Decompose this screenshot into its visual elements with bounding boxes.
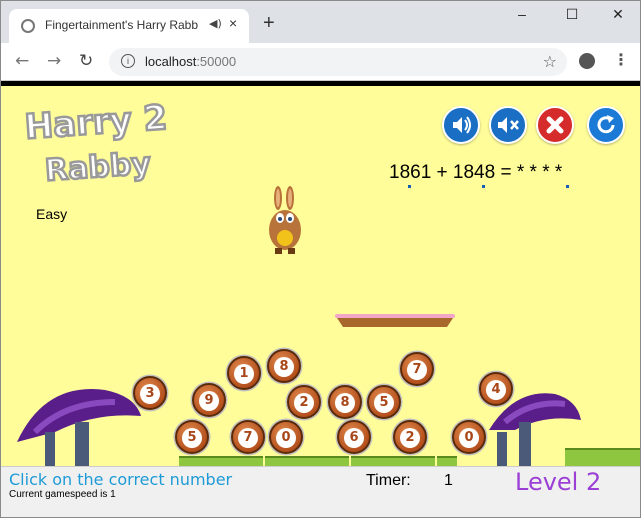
ground-segment xyxy=(265,456,349,466)
equation-text: 1861 + 1848 = * * * * xyxy=(389,162,563,183)
browser-tab[interactable]: Fingertainment's Harry Rabb ◀) × xyxy=(9,9,249,43)
tab-title: Fingertainment's Harry Rabb xyxy=(45,18,199,32)
new-tab-button[interactable]: + xyxy=(263,13,275,33)
game-logo: Harry 2 Rabby xyxy=(23,98,170,188)
close-game-button[interactable] xyxy=(536,106,574,144)
tab-audio-icon[interactable]: ◀) xyxy=(209,17,222,30)
status-bar: Click on the correct number Current game… xyxy=(1,466,640,517)
digit-marker xyxy=(566,185,569,188)
url-text: localhost:50000 xyxy=(145,54,236,69)
number-ball[interactable]: 0 xyxy=(269,420,303,454)
close-window-button[interactable]: ✕ xyxy=(603,6,633,28)
number-ball[interactable]: 4 xyxy=(479,372,513,406)
number-ball[interactable]: 5 xyxy=(367,385,401,419)
browser-toolbar: ← → ↻ i localhost:50000 ☆ xyxy=(1,43,640,81)
number-ball[interactable]: 3 xyxy=(133,376,167,410)
number-ball[interactable]: 0 xyxy=(452,420,486,454)
number-ball[interactable]: 8 xyxy=(267,349,301,383)
number-ball[interactable]: 8 xyxy=(328,385,362,419)
level-label: Level 2 xyxy=(515,468,602,496)
svg-text:Harry 2: Harry 2 xyxy=(23,98,168,148)
timer-value: 1 xyxy=(444,472,453,489)
instruction-text: Click on the correct number xyxy=(9,470,233,489)
browser-window: Fingertainment's Harry Rabb ◀) × + – ☐ ✕… xyxy=(0,0,641,518)
number-ball[interactable]: 7 xyxy=(400,352,434,386)
sound-on-button[interactable] xyxy=(442,106,480,144)
ground-segment xyxy=(437,456,457,466)
mute-button[interactable] xyxy=(489,106,527,144)
account-icon[interactable] xyxy=(579,53,595,69)
game-canvas[interactable]: Harry 2 Rabby Easy 1861 + 1848 = * * * *… xyxy=(1,86,640,466)
number-ball[interactable]: 5 xyxy=(175,420,209,454)
reload-button[interactable]: ↻ xyxy=(79,51,93,71)
number-ball[interactable]: 6 xyxy=(337,420,371,454)
difficulty-label: Easy xyxy=(36,206,68,222)
restart-icon xyxy=(597,115,615,134)
back-button[interactable]: ← xyxy=(15,51,29,71)
address-bar[interactable]: i localhost:50000 ☆ xyxy=(109,48,567,76)
timer-label: Timer: xyxy=(366,472,411,489)
digit-marker xyxy=(482,185,485,188)
maximize-button[interactable]: ☐ xyxy=(557,6,587,28)
ground-segment xyxy=(179,456,263,466)
speaker-mute-icon xyxy=(498,117,519,133)
ground-ledge xyxy=(565,448,640,466)
browser-menu-icon[interactable]: ⋮ xyxy=(613,50,629,69)
number-ball[interactable]: 9 xyxy=(192,383,226,417)
digit-marker xyxy=(408,185,411,188)
floating-platform xyxy=(335,314,455,327)
number-ball[interactable]: 7 xyxy=(231,420,265,454)
number-ball[interactable]: 2 xyxy=(393,420,427,454)
site-info-icon[interactable]: i xyxy=(121,54,135,68)
favicon-icon xyxy=(21,19,35,33)
gamespeed-text: Current gamespeed is 1 xyxy=(9,489,116,500)
svg-text:Rabby: Rabby xyxy=(44,146,152,188)
minimize-button[interactable]: – xyxy=(507,6,537,28)
close-icon xyxy=(546,116,564,134)
number-ball[interactable]: 1 xyxy=(227,356,261,390)
title-bar: Fingertainment's Harry Rabb ◀) × + – ☐ ✕ xyxy=(1,1,640,43)
bookmark-star-icon[interactable]: ☆ xyxy=(543,52,557,71)
url-port: :50000 xyxy=(196,54,237,69)
number-ball[interactable]: 2 xyxy=(287,385,321,419)
restart-button[interactable] xyxy=(587,106,625,144)
speaker-on-icon xyxy=(453,116,471,134)
forward-button[interactable]: → xyxy=(47,51,61,71)
url-host: localhost xyxy=(145,54,197,69)
tab-close-icon[interactable]: × xyxy=(229,15,237,31)
ground-segment xyxy=(351,456,435,466)
left-mushroom xyxy=(17,389,141,466)
rabbit-character xyxy=(269,186,301,254)
